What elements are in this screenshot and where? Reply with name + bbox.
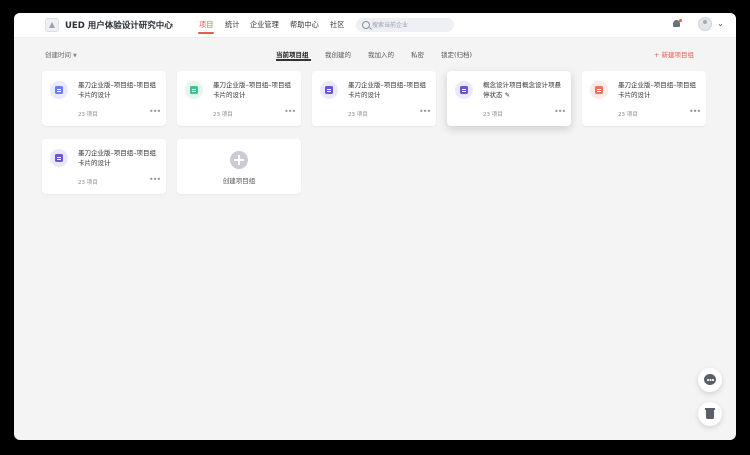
create-group-card[interactable]: 创建项目组 <box>177 139 301 194</box>
card-title: 墨刀企业版–项目组–项目组卡片的设计 <box>78 81 156 99</box>
card-project-count: 23 项目 <box>78 112 98 118</box>
card-icon-bg <box>50 149 68 167</box>
document-icon <box>55 154 63 162</box>
card-icon-bg <box>185 81 203 99</box>
nav-enterprise-management[interactable]: 企业管理 <box>250 20 279 30</box>
card-icon-bg <box>50 81 68 99</box>
new-group-label: 新建项目组 <box>661 51 695 59</box>
more-icon[interactable]: ••• <box>554 107 566 116</box>
recycle-bin-button[interactable] <box>698 402 722 426</box>
more-icon[interactable]: ••• <box>149 107 161 116</box>
document-icon <box>595 86 603 94</box>
chat-icon <box>704 374 716 385</box>
sort-label: 创建时间 <box>45 51 71 59</box>
nav-help-center[interactable]: 帮助中心 <box>290 20 319 30</box>
more-icon[interactable]: ••• <box>284 107 296 116</box>
app-window: UED 用户体验设计研究中心 ⌄ 项目 统计 企业管理 帮助中心 社区 ⌄ 创建… <box>14 13 736 440</box>
document-icon <box>190 86 198 94</box>
card-project-count: 23 项目 <box>78 180 98 186</box>
tab-private[interactable]: 私密 <box>411 49 424 59</box>
tab-created-by-me[interactable]: 我创建的 <box>325 49 351 59</box>
chevron-down-icon[interactable]: ⌄ <box>168 19 175 28</box>
caret-down-icon: ▼ <box>73 53 77 59</box>
project-group-card[interactable]: 墨刀企业版–项目组–项目组卡片的设计 23 项目 ••• <box>177 71 301 126</box>
search-icon <box>362 21 370 29</box>
tab-archived[interactable]: 锁定(归档) <box>441 49 472 59</box>
card-icon-bg <box>320 81 338 99</box>
more-icon[interactable]: ••• <box>149 175 161 184</box>
card-icon-bg <box>590 81 608 99</box>
avatar[interactable] <box>698 17 712 31</box>
card-title: 墨刀企业版–项目组–项目组卡片的设计 <box>348 81 426 99</box>
document-icon <box>325 86 333 94</box>
more-icon[interactable]: ••• <box>689 107 701 116</box>
nav-community[interactable]: 社区 <box>330 20 344 30</box>
workspace-name[interactable]: UED 用户体验设计研究中心 <box>65 19 173 31</box>
plus-icon <box>230 151 248 169</box>
card-project-count: 23 项目 <box>618 112 638 118</box>
more-icon[interactable]: ••• <box>419 107 431 116</box>
project-group-card[interactable]: 墨刀企业版–项目组–项目组卡片的设计 23 项目 ••• <box>42 139 166 194</box>
nav-projects[interactable]: 项目 <box>199 20 213 30</box>
workspace-logo-icon[interactable] <box>45 18 59 32</box>
document-icon <box>460 86 468 94</box>
document-icon <box>55 86 63 94</box>
notification-bell-icon[interactable] <box>673 19 682 28</box>
chevron-down-icon[interactable]: ⌄ <box>717 19 724 28</box>
card-title: 墨刀企业版–项目组–项目组卡片的设计 <box>78 149 156 167</box>
card-title[interactable]: 概念设计项目概念设计项悬停状态 ✎ <box>483 80 567 100</box>
notification-dot <box>679 19 682 22</box>
tab-active-indicator <box>276 59 311 61</box>
tab-current-groups[interactable]: 当前项目组 <box>276 49 309 59</box>
new-group-button[interactable]: + 新建项目组 <box>654 49 694 59</box>
nav-active-indicator <box>198 32 214 34</box>
chat-button[interactable] <box>698 368 722 392</box>
search-box[interactable] <box>356 18 454 32</box>
card-title: 墨刀企业版–项目组–项目组卡片的设计 <box>618 81 696 99</box>
nav-statistics[interactable]: 统计 <box>225 20 239 30</box>
sort-dropdown[interactable]: 创建时间 ▼ <box>45 49 77 59</box>
project-group-card-hover[interactable]: 概念设计项目概念设计项悬停状态 ✎ 23 项目 ••• <box>447 71 571 126</box>
card-project-count: 23 项目 <box>483 112 503 118</box>
project-group-card[interactable]: 墨刀企业版–项目组–项目组卡片的设计 23 项目 ••• <box>582 71 706 126</box>
create-group-label: 创建项目组 <box>222 177 256 185</box>
card-project-count: 23 项目 <box>348 112 368 118</box>
project-group-card[interactable]: 墨刀企业版–项目组–项目组卡片的设计 23 项目 ••• <box>312 71 436 126</box>
card-icon-bg <box>455 81 473 99</box>
card-project-count: 23 项目 <box>213 112 233 118</box>
search-input[interactable] <box>372 18 450 32</box>
project-group-card[interactable]: 墨刀企业版–项目组–项目组卡片的设计 23 项目 ••• <box>42 71 166 126</box>
top-bar: UED 用户体验设计研究中心 ⌄ 项目 统计 企业管理 帮助中心 社区 ⌄ <box>14 13 736 38</box>
tab-joined[interactable]: 我加入的 <box>368 49 394 59</box>
card-title: 墨刀企业版–项目组–项目组卡片的设计 <box>213 81 291 99</box>
trash-icon <box>705 408 715 419</box>
